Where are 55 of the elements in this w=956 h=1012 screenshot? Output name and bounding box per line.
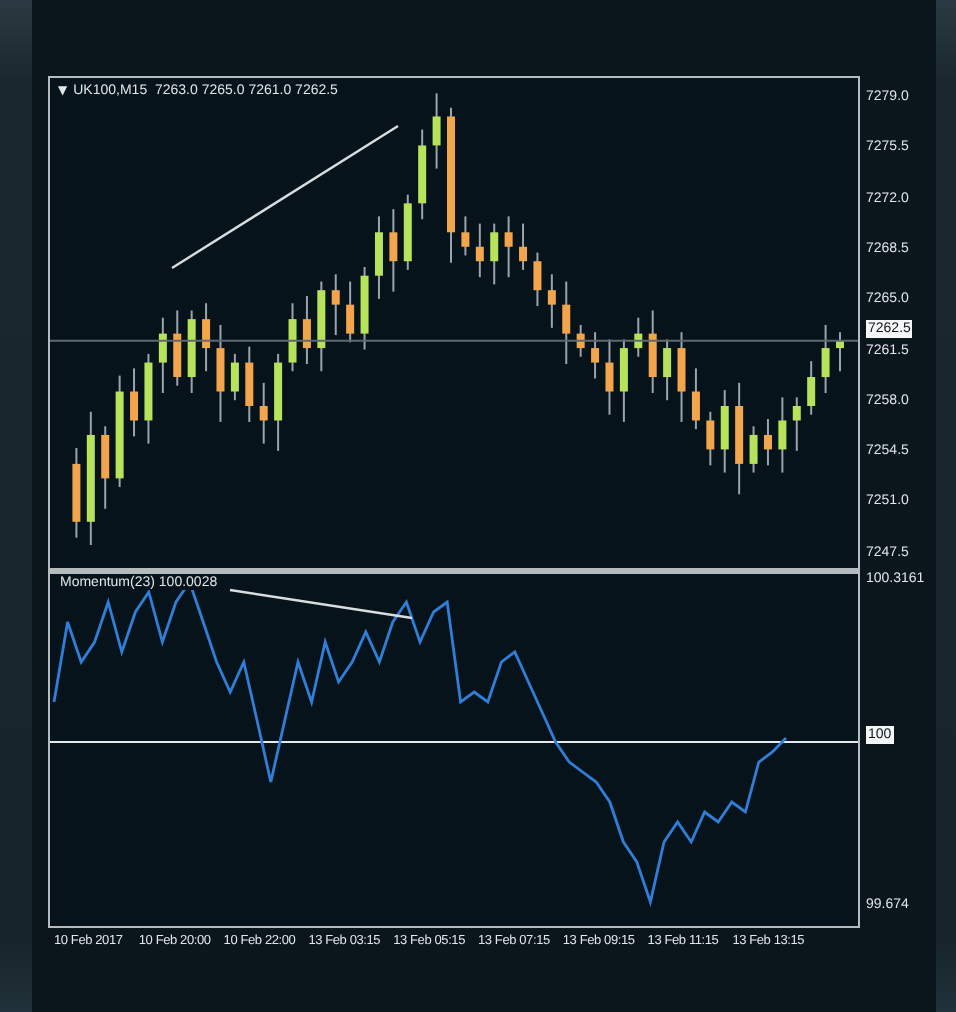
candlestick [173, 309, 182, 387]
candlestick [115, 374, 124, 489]
candlestick [158, 316, 167, 394]
candlestick [763, 418, 772, 467]
candlestick [216, 323, 225, 423]
candlestick [418, 128, 427, 221]
candlestick [720, 389, 729, 474]
candlestick [317, 280, 326, 373]
candlestick [605, 338, 614, 416]
candlestick [230, 352, 239, 402]
candlestick [72, 447, 81, 539]
candlestick [187, 309, 196, 394]
candlestick [432, 92, 441, 170]
candlestick [821, 323, 830, 394]
candlestick [836, 331, 844, 373]
candlestick [648, 309, 657, 394]
candlestick [562, 280, 571, 365]
candlestick [490, 222, 499, 286]
candlestick [130, 367, 139, 438]
candlestick [691, 367, 700, 431]
trend-line[interactable] [171, 125, 399, 269]
candlestick [749, 425, 758, 474]
candlestick [591, 331, 600, 380]
candlestick [346, 280, 355, 344]
candlestick [807, 360, 816, 416]
candlestick [792, 396, 801, 452]
candlestick [547, 273, 556, 329]
candlestick [259, 381, 268, 445]
candlestick [504, 215, 513, 279]
candlestick [360, 266, 369, 351]
candlestick [374, 215, 383, 300]
candlestick [619, 338, 628, 423]
candlestick [475, 222, 484, 279]
candlestick [389, 208, 398, 293]
candlestick [677, 331, 686, 423]
candlestick [302, 295, 311, 365]
candlestick [144, 352, 153, 445]
candlestick [663, 338, 672, 402]
candlestick [288, 302, 297, 373]
candlestick [706, 410, 715, 467]
candlestick [533, 251, 542, 308]
candlestick [245, 345, 254, 423]
candlestick [331, 273, 340, 337]
candlestick [778, 396, 787, 474]
candlestick [101, 425, 110, 510]
candlestick [576, 323, 585, 358]
trend-line[interactable] [229, 588, 413, 620]
candlestick [634, 316, 643, 358]
candlestick [274, 352, 283, 452]
candlestick [403, 193, 412, 271]
candlestick [86, 410, 95, 546]
candlestick [735, 381, 744, 496]
candlestick [461, 215, 470, 257]
candlestick [519, 222, 528, 271]
candlestick [202, 302, 211, 373]
